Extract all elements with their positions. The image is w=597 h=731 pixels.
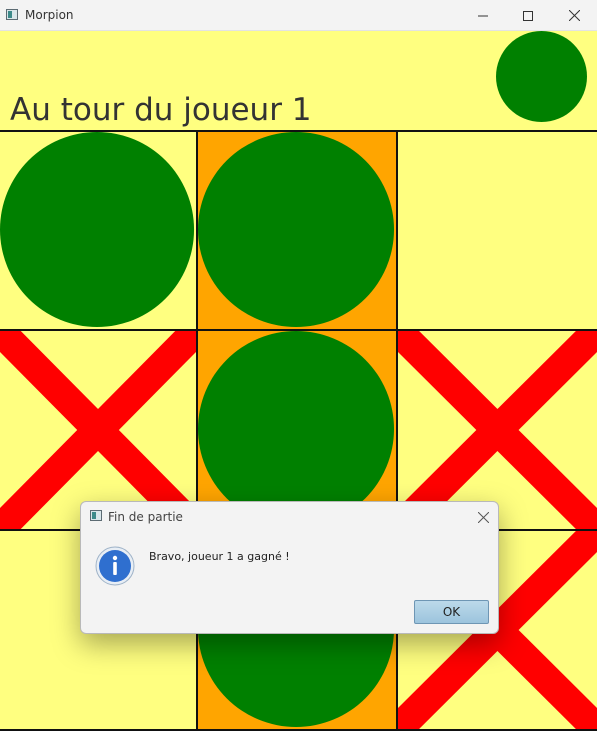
dialog-titlebar: Fin de partie — [81, 502, 498, 530]
circle-piece-icon — [198, 132, 395, 328]
board-cell-r1-c3[interactable] — [396, 130, 597, 331]
ok-button[interactable]: OK — [414, 600, 489, 624]
minimize-button[interactable] — [460, 0, 506, 31]
cross-piece-icon — [398, 331, 597, 529]
dialog-message: Bravo, joueur 1 a gagné ! — [149, 550, 290, 563]
app-icon — [6, 9, 18, 20]
board-cell-r1-c1[interactable] — [0, 130, 198, 331]
dialog-close-button[interactable] — [473, 508, 493, 526]
turn-status-label: Au tour du joueur 1 — [10, 92, 312, 128]
current-player-circle-icon — [496, 31, 587, 122]
window-title: Morpion — [25, 8, 74, 22]
cross-piece-icon — [0, 331, 196, 529]
maximize-button[interactable] — [505, 0, 551, 31]
minimize-icon — [478, 15, 488, 16]
game-board — [0, 130, 597, 731]
close-icon — [477, 511, 489, 523]
close-button[interactable] — [551, 0, 597, 31]
maximize-icon — [523, 10, 533, 21]
circle-piece-icon — [198, 331, 395, 528]
circle-piece-icon — [0, 132, 195, 328]
board-cell-r1-c2[interactable] — [196, 130, 398, 331]
close-icon — [568, 10, 580, 21]
info-icon — [95, 546, 135, 586]
dialog-app-icon — [90, 510, 102, 521]
dialog-title: Fin de partie — [108, 510, 183, 524]
game-over-dialog: Fin de partie Bravo, joueur 1 a gagné ! … — [80, 501, 499, 634]
window-titlebar: Morpion — [0, 0, 597, 31]
